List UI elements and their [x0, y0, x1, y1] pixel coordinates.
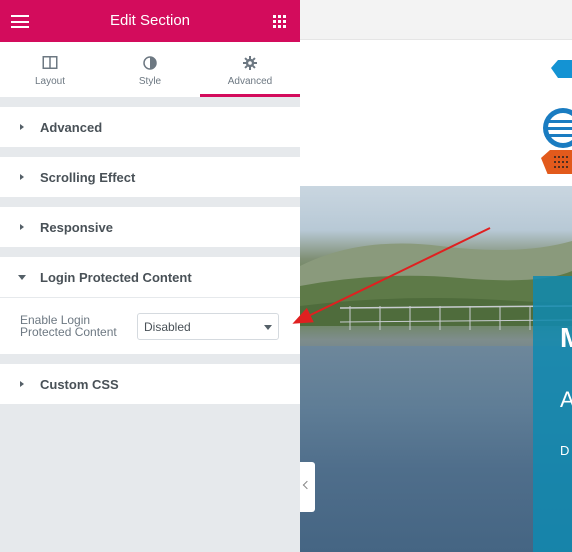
section-advanced-header[interactable]: Advanced [0, 107, 300, 147]
panel-header: Edit Section [0, 0, 300, 42]
caret-right-icon [20, 381, 24, 387]
caret-right-icon [20, 174, 24, 180]
section-custom-css-label: Custom CSS [40, 377, 119, 392]
chevron-left-icon [302, 480, 312, 490]
section-advanced-label: Advanced [40, 120, 103, 135]
tab-style[interactable]: Style [100, 42, 200, 97]
widgets-grid-icon[interactable] [273, 15, 286, 28]
section-scrolling-effect: Scrolling Effect [0, 157, 300, 197]
section-custom-css-header[interactable]: Custom CSS [0, 364, 300, 404]
caret-down-icon [18, 275, 26, 280]
caret-right-icon [20, 224, 24, 230]
site-logo [541, 60, 572, 174]
tab-advanced-label: Advanced [227, 76, 273, 87]
hero-text-overlay: M A D [533, 276, 572, 552]
tab-advanced[interactable]: Advanced [200, 42, 300, 97]
chevron-down-icon [264, 325, 272, 330]
hero-image: M A D [300, 186, 572, 552]
fence-background [339, 305, 572, 330]
enable-login-protected-content-label: Enable Login Protected Content [20, 313, 117, 339]
caret-right-icon [20, 124, 24, 130]
gear-icon [243, 56, 257, 70]
section-responsive-header[interactable]: Responsive [0, 207, 300, 247]
section-responsive: Responsive [0, 207, 300, 247]
panel-tabs: Layout Style Advanced [0, 42, 300, 97]
section-advanced: Advanced [0, 107, 300, 147]
select-value: Disabled [144, 320, 191, 334]
hero-subheading: A [560, 389, 572, 411]
hero-heading: M [560, 324, 572, 352]
panel-title: Edit Section [109, 12, 191, 29]
page-preview: M A D [300, 0, 572, 552]
water-background [300, 346, 572, 552]
section-responsive-label: Responsive [40, 220, 113, 235]
hero-paragraph: D [560, 443, 570, 458]
columns-icon [42, 56, 58, 69]
section-login-protected-content-label: Login Protected Content [40, 270, 192, 285]
section-scrolling-effect-label: Scrolling Effect [40, 170, 136, 185]
section-scrolling-effect-header[interactable]: Scrolling Effect [0, 157, 300, 197]
preview-site-header [300, 40, 572, 186]
section-login-protected-content-header[interactable]: Login Protected Content [0, 257, 300, 297]
tab-layout[interactable]: Layout [0, 42, 100, 97]
section-custom-css: Custom CSS [0, 364, 300, 404]
preview-top-bar [300, 0, 572, 40]
section-login-protected-content: Login Protected Content Enable Login Pro… [0, 257, 300, 354]
half-circle-icon [143, 56, 157, 70]
enable-login-protected-content-select[interactable]: Disabled [137, 313, 279, 340]
tab-style-label: Style [138, 76, 162, 87]
collapse-panel-handle[interactable] [300, 462, 315, 512]
editor-panel: Edit Section Layout Style Advanced Advan… [0, 0, 300, 552]
section-login-protected-content-body: Enable Login Protected Content Disabled [0, 297, 300, 354]
tab-layout-label: Layout [34, 76, 66, 87]
